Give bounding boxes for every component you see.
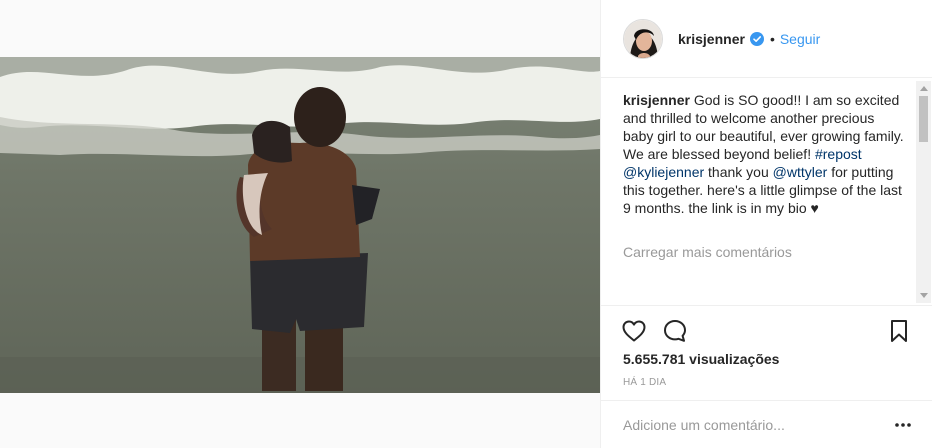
follow-button[interactable]: Seguir — [780, 31, 820, 47]
video-frame — [0, 57, 600, 393]
scrollbar-thumb[interactable] — [919, 96, 928, 142]
avatar-image — [624, 19, 662, 58]
speech-bubble-icon[interactable] — [662, 318, 688, 344]
add-comment-bar — [601, 400, 932, 448]
mention-link[interactable]: @kyliejenner — [623, 164, 704, 180]
more-options-icon[interactable] — [893, 416, 913, 434]
scroll-down-arrow-icon[interactable] — [920, 293, 928, 298]
username-link[interactable]: krisjenner — [678, 31, 745, 47]
hashtag-link[interactable]: #repost — [815, 146, 862, 162]
post-actions — [601, 305, 932, 353]
post-details-panel: krisjenner • Seguir krisjenner God is SO… — [600, 0, 932, 448]
post-header: krisjenner • Seguir — [601, 0, 932, 78]
media-area — [0, 0, 600, 448]
verified-badge-icon — [749, 31, 764, 46]
post-timestamp[interactable]: HÁ 1 DIA — [623, 377, 666, 388]
caption-username-link[interactable]: krisjenner — [623, 92, 690, 108]
scroll-up-arrow-icon[interactable] — [920, 86, 928, 91]
caption-text: thank you — [704, 164, 773, 180]
post-caption: krisjenner God is SO good!! I am so exci… — [623, 91, 905, 217]
view-count[interactable]: 5.655.781 visualizações — [623, 351, 779, 367]
comments-section: krisjenner God is SO good!! I am so exci… — [601, 79, 932, 305]
heart-icon[interactable] — [621, 318, 647, 344]
post-video[interactable] — [0, 57, 600, 393]
mention-link[interactable]: @wttyler — [773, 164, 828, 180]
comments-scrollbar[interactable] — [916, 81, 931, 303]
comment-input[interactable] — [623, 415, 873, 435]
load-more-comments-button[interactable]: Carregar mais comentários — [623, 244, 792, 260]
bookmark-icon[interactable] — [886, 318, 912, 344]
avatar[interactable] — [623, 18, 663, 59]
separator-dot: • — [769, 30, 775, 47]
